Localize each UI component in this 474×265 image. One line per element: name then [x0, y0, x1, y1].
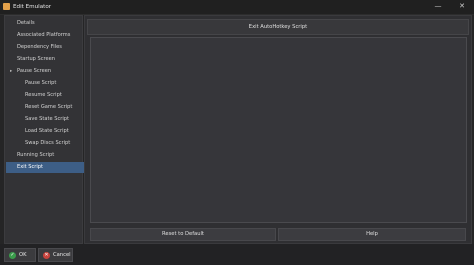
- cancel-button[interactable]: ✕ Cancel: [38, 248, 73, 262]
- sidebar-item-label: Details: [17, 20, 35, 26]
- sidebar-item-label: Save State Script: [25, 116, 69, 122]
- sidebar-item-label: Reset Game Script: [25, 104, 73, 110]
- sidebar-item-dependency-files[interactable]: Dependency Files: [6, 42, 92, 53]
- minimize-button[interactable]: —: [432, 1, 444, 12]
- ok-button[interactable]: ✓ OK: [4, 248, 36, 262]
- cancel-label: Cancel: [53, 252, 71, 258]
- sidebar-item-pause-screen[interactable]: ▸ Pause Screen: [6, 66, 92, 77]
- sidebar-item-label: Pause Script: [25, 80, 57, 86]
- sidebar-item-associated-platforms[interactable]: Associated Platforms: [6, 30, 92, 41]
- window-title: Edit Emulator: [13, 3, 52, 10]
- sidebar-item-running-script[interactable]: Running Script: [6, 150, 92, 161]
- check-icon: ✓: [9, 251, 16, 259]
- sidebar-item-label: Swap Discs Script: [25, 140, 71, 146]
- help-button[interactable]: Help: [278, 228, 466, 241]
- sidebar-item-details[interactable]: Details: [6, 18, 92, 29]
- sidebar-item-label: Pause Screen: [17, 68, 52, 74]
- expand-arrow-icon[interactable]: ▸: [10, 66, 12, 77]
- sidebar-item-label: Exit Script: [17, 164, 44, 170]
- panel-header: Exit AutoHotkey Script: [87, 19, 469, 35]
- sidebar-item-label: Startup Screen: [17, 56, 56, 62]
- reset-to-default-button[interactable]: Reset to Default: [90, 228, 276, 241]
- sidebar-item-label: Associated Platforms: [17, 32, 71, 38]
- sidebar: Details Associated Platforms Dependency …: [4, 15, 92, 244]
- close-button[interactable]: ✕: [456, 1, 468, 12]
- sidebar-item-label: Resume Script: [25, 92, 62, 98]
- sidebar-item-exit-script[interactable]: Exit Script: [6, 162, 92, 173]
- ok-label: OK: [19, 252, 27, 258]
- app-icon: [3, 3, 10, 10]
- sidebar-item-label: Load State Script: [25, 128, 69, 134]
- sidebar-item-startup-screen[interactable]: Startup Screen: [6, 54, 92, 65]
- sidebar-item-label: Dependency Files: [17, 44, 62, 50]
- script-panel: Exit AutoHotkey Script Reset to Default …: [84, 15, 472, 244]
- cancel-icon: ✕: [43, 251, 50, 259]
- title-bar: Edit Emulator — ✕: [0, 0, 474, 15]
- script-editor[interactable]: [90, 37, 467, 223]
- dialog-footer: ✓ OK ✕ Cancel: [0, 244, 474, 265]
- sidebar-item-label: Running Script: [17, 152, 55, 158]
